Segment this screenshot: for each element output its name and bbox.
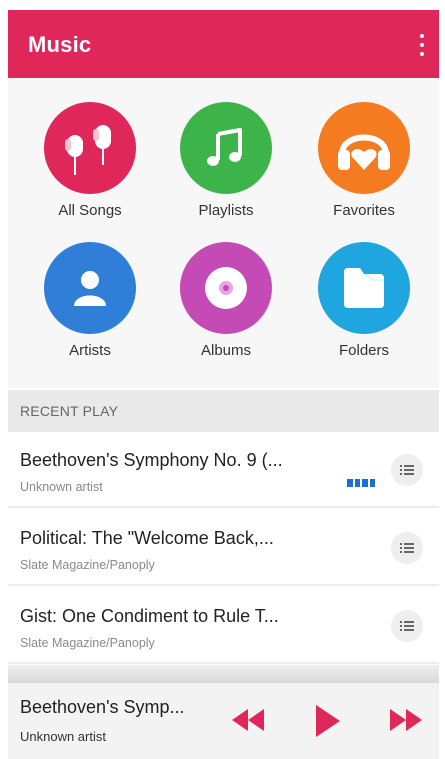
track-artist: Slate Magazine/Panoply xyxy=(20,558,155,572)
earphones-icon xyxy=(44,102,136,194)
track-title: Gist: One Condiment to Rule T... xyxy=(20,606,279,626)
list-item[interactable]: Beethoven's Symphony No. 9 (... Unknown … xyxy=(8,432,439,508)
category-albums[interactable]: Albums xyxy=(166,242,286,362)
person-icon xyxy=(44,242,136,334)
category-playlists[interactable]: Playlists xyxy=(166,102,286,222)
headphones-heart-icon xyxy=(318,102,410,194)
category-label: Folders xyxy=(338,342,390,359)
more-options-icon[interactable] xyxy=(391,454,423,486)
track-title: Political: The "Welcome Back,... xyxy=(20,528,274,548)
music-note-icon xyxy=(180,102,272,194)
overflow-menu-icon[interactable] xyxy=(417,34,427,56)
category-label: Albums xyxy=(200,342,252,359)
category-favorites[interactable]: Favorites xyxy=(304,102,424,222)
category-folders[interactable]: Folders xyxy=(304,242,424,362)
list-divider xyxy=(8,665,439,683)
more-options-icon[interactable] xyxy=(391,610,423,642)
left-edge xyxy=(0,0,8,759)
play-icon[interactable] xyxy=(312,703,342,739)
mini-player[interactable]: Beethoven's Symp... Unknown artist xyxy=(8,683,439,759)
folder-icon xyxy=(318,242,410,334)
list-item[interactable]: Gist: One Condiment to Rule T... Slate M… xyxy=(8,588,439,664)
list-item[interactable]: Political: The "Welcome Back,... Slate M… xyxy=(8,510,439,586)
app-title: Music xyxy=(28,32,92,57)
category-artists[interactable]: Artists xyxy=(30,242,150,362)
rewind-icon[interactable] xyxy=(230,705,266,735)
fast-forward-icon[interactable] xyxy=(388,705,424,735)
category-label: Artists xyxy=(69,342,111,359)
track-title: Beethoven's Symphony No. 9 (... xyxy=(20,450,283,470)
category-all-songs[interactable]: All Songs xyxy=(30,102,150,222)
more-options-icon[interactable] xyxy=(391,532,423,564)
now-playing-icon xyxy=(347,479,375,487)
category-label: Favorites xyxy=(333,202,395,219)
player-track-title: Beethoven's Symp... xyxy=(20,697,185,717)
section-title: RECENT PLAY xyxy=(20,403,119,419)
track-artist: Unknown artist xyxy=(20,480,103,494)
track-artist: Slate Magazine/Panoply xyxy=(20,636,155,650)
app-bar: Music xyxy=(8,10,439,78)
player-track-artist: Unknown artist xyxy=(20,729,106,744)
disc-icon xyxy=(180,242,272,334)
category-grid: All Songs Playlists Favorites Artists Al… xyxy=(8,78,439,388)
recent-play-header: RECENT PLAY xyxy=(8,390,439,432)
category-label: All Songs xyxy=(58,202,122,219)
category-label: Playlists xyxy=(198,202,254,219)
